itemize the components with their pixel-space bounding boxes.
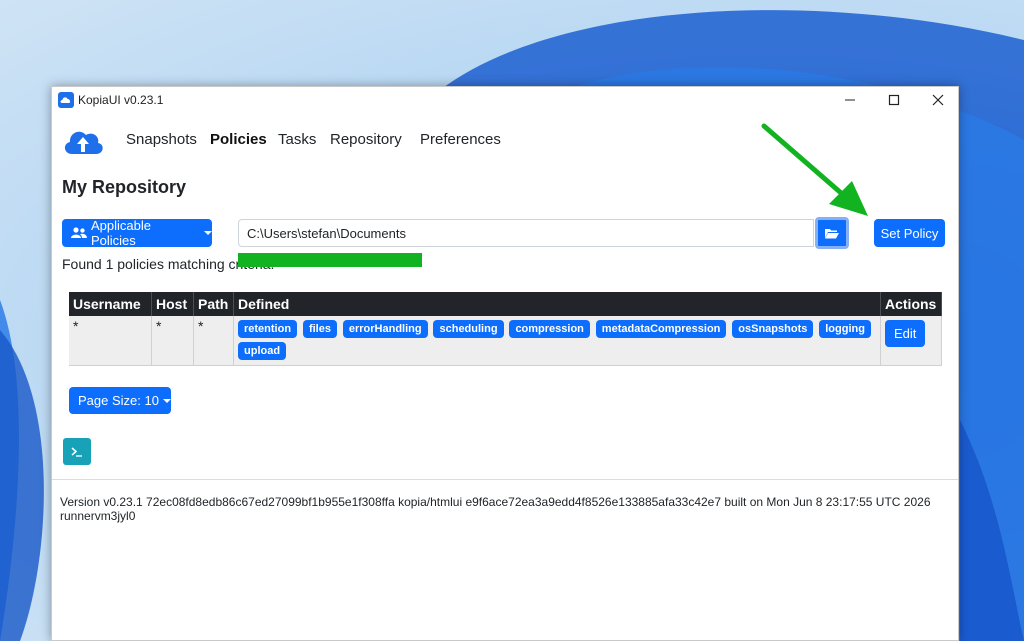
badge-upload[interactable]: upload	[238, 342, 287, 360]
header-actions[interactable]: Actions	[880, 292, 942, 316]
policies-table: Username Host Path Defined Actions * * *…	[69, 292, 942, 366]
nav-preferences[interactable]: Preferences	[420, 131, 501, 148]
path-input[interactable]	[238, 219, 814, 247]
cell-host: *	[151, 316, 194, 366]
caret-down-icon	[204, 231, 212, 235]
caret-down-icon	[162, 398, 171, 403]
kopia-logo[interactable]	[62, 126, 104, 156]
maximize-button[interactable]	[872, 87, 916, 113]
cell-username: *	[69, 316, 152, 366]
set-policy-button[interactable]: Set Policy	[874, 219, 945, 247]
nav-snapshots[interactable]: Snapshots	[126, 131, 197, 148]
header-host[interactable]: Host	[151, 292, 194, 316]
page-size-label: Page Size: 10	[78, 393, 159, 408]
close-icon	[932, 94, 944, 106]
cell-defined: retention files errorHandling scheduling…	[233, 316, 881, 366]
footer-divider	[52, 479, 958, 480]
cell-path: *	[193, 316, 234, 366]
kopia-app-icon	[58, 92, 74, 108]
edit-button[interactable]: Edit	[885, 320, 926, 347]
kopia-window: KopiaUI v0.23.1 Snapshots Policies Tasks…	[51, 86, 959, 641]
browse-folder-button[interactable]	[815, 217, 849, 249]
badge-ossnapshots[interactable]: osSnapshots	[732, 320, 814, 338]
maximize-icon	[888, 94, 900, 106]
badge-scheduling[interactable]: scheduling	[433, 320, 504, 338]
nav-repository[interactable]: Repository	[330, 131, 402, 148]
set-policy-label: Set Policy	[880, 225, 939, 241]
badge-metadatacompression[interactable]: metadataCompression	[595, 320, 727, 338]
badge-retention[interactable]: retention	[238, 320, 298, 338]
applicable-policies-dropdown[interactable]: Applicable Policies	[62, 218, 212, 248]
close-button[interactable]	[916, 87, 960, 113]
page-title: My Repository	[62, 177, 187, 197]
table-header-row: Username Host Path Defined Actions	[69, 292, 942, 316]
folder-open-icon	[825, 228, 839, 238]
cell-actions: Edit	[880, 316, 942, 366]
navbar: Snapshots Policies Tasks Repository Pref…	[52, 117, 958, 163]
nav-tasks[interactable]: Tasks	[278, 131, 316, 148]
minimize-icon	[845, 99, 855, 101]
applicable-policies-label: Applicable Policies	[90, 218, 151, 248]
title-bar: KopiaUI v0.23.1	[52, 87, 958, 113]
users-icon	[71, 227, 87, 238]
terminal-icon	[71, 446, 82, 457]
header-path[interactable]: Path	[193, 292, 234, 316]
terminal-button[interactable]	[63, 438, 91, 465]
table-row: * * * retention files errorHandling sche…	[69, 316, 942, 366]
badge-logging[interactable]: logging	[819, 320, 871, 338]
badge-compression[interactable]: compression	[509, 320, 590, 338]
header-defined[interactable]: Defined	[233, 292, 881, 316]
window-title: KopiaUI v0.23.1	[78, 93, 164, 107]
badge-files[interactable]: files	[302, 320, 337, 338]
annotation-highlight-bar	[238, 253, 422, 267]
page-size-dropdown[interactable]: Page Size: 10	[69, 387, 171, 414]
nav-policies[interactable]: Policies	[210, 131, 267, 148]
minimize-button[interactable]	[828, 87, 872, 113]
badge-errorhandling[interactable]: errorHandling	[342, 320, 428, 338]
version-info: Version v0.23.1 72ec08fd8edb86c67ed27099…	[60, 495, 931, 523]
header-username[interactable]: Username	[69, 292, 152, 316]
